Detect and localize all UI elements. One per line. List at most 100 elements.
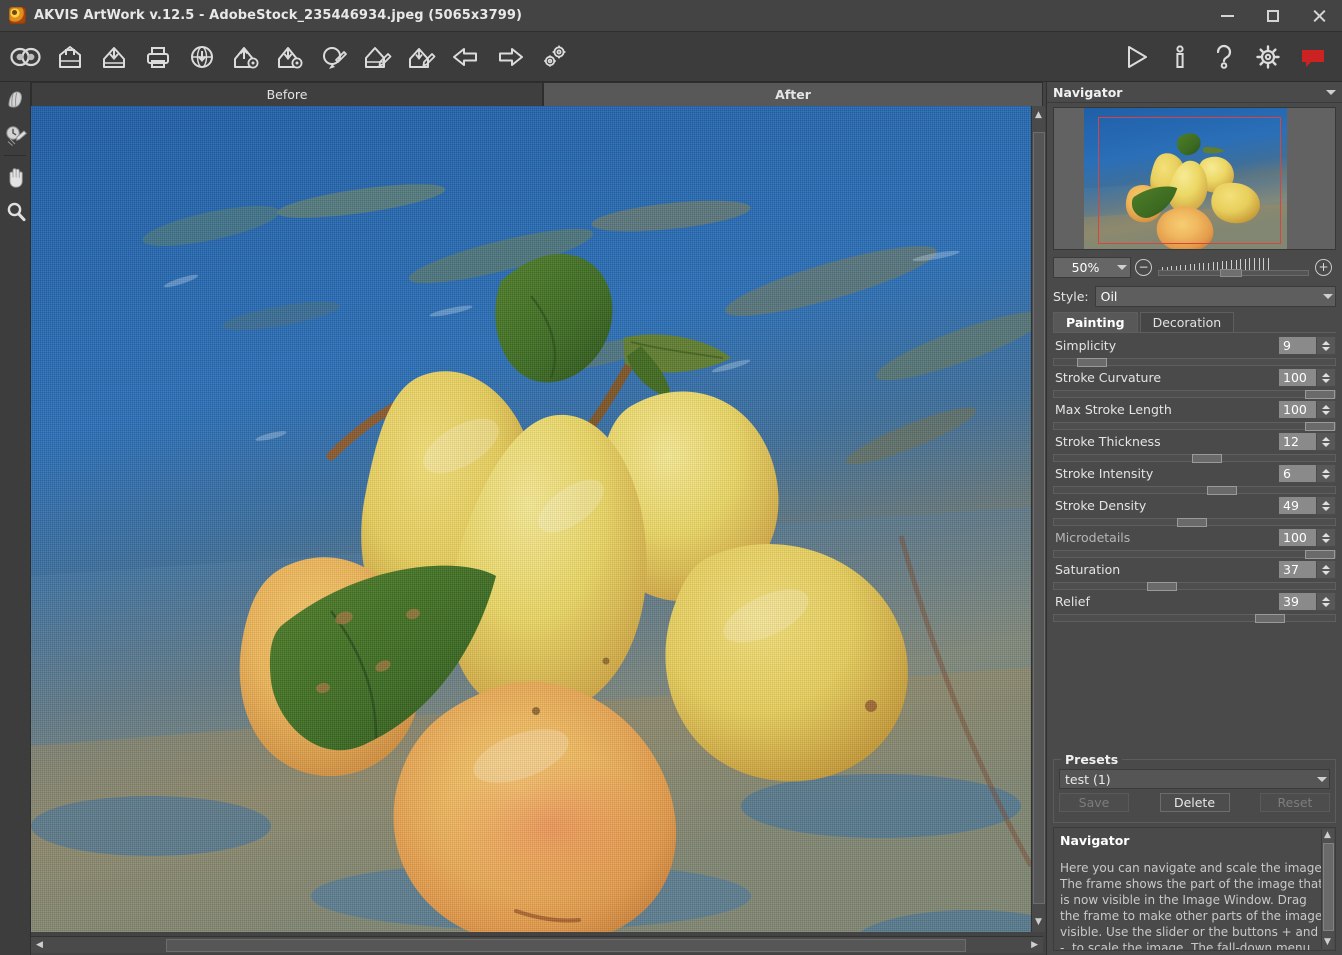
parameter-slider-handle[interactable]	[1077, 358, 1107, 367]
parameter-value[interactable]: 6	[1278, 464, 1317, 483]
style-select[interactable]: Oil	[1095, 286, 1336, 307]
parameter-value[interactable]: 37	[1278, 560, 1317, 579]
stepper-up-icon[interactable]	[1322, 597, 1330, 601]
parameter-slider[interactable]	[1053, 358, 1336, 366]
chevron-down-icon[interactable]	[1326, 90, 1336, 95]
save-image-button[interactable]	[92, 35, 136, 79]
parameter-slider-handle[interactable]	[1192, 454, 1222, 463]
parameter-value[interactable]: 12	[1278, 432, 1317, 451]
canvas-vertical-scrollbar[interactable]: ▲ ▼	[1031, 106, 1045, 932]
parameter-slider[interactable]	[1053, 454, 1336, 462]
parameter-stepper[interactable]	[1317, 432, 1336, 451]
load-preset-button[interactable]	[356, 35, 400, 79]
tab-after[interactable]: After	[543, 82, 1043, 106]
parameter-slider-handle[interactable]	[1255, 614, 1285, 623]
parameter-slider[interactable]	[1053, 486, 1336, 494]
tab-decoration[interactable]: Decoration	[1140, 312, 1235, 332]
scroll-right-arrow[interactable]: ▶	[1031, 941, 1038, 950]
parameter-value[interactable]: 39	[1278, 592, 1317, 611]
maximize-button[interactable]	[1250, 0, 1296, 32]
sidebar-item-history-brush-tool[interactable]	[0, 117, 31, 152]
settings-button[interactable]	[1246, 35, 1290, 79]
parameter-slider[interactable]	[1053, 550, 1336, 558]
canvas-horizontal-scrollbar[interactable]: ◀ ▶	[31, 936, 1043, 953]
parameter-slider-handle[interactable]	[1177, 518, 1207, 527]
parameter-stepper[interactable]	[1317, 592, 1336, 611]
zoom-level-combo[interactable]: 50%	[1053, 257, 1131, 278]
zoom-slider-handle[interactable]	[1220, 269, 1242, 277]
stepper-down-icon[interactable]	[1322, 443, 1330, 447]
import-settings-button[interactable]	[224, 35, 268, 79]
stepper-down-icon[interactable]	[1322, 347, 1330, 351]
stepper-up-icon[interactable]	[1322, 341, 1330, 345]
open-image-button[interactable]	[48, 35, 92, 79]
run-button[interactable]	[1114, 35, 1158, 79]
hints-scroll-thumb[interactable]	[1323, 843, 1334, 931]
stepper-up-icon[interactable]	[1322, 565, 1330, 569]
parameter-slider-handle[interactable]	[1147, 582, 1177, 591]
parameter-stepper[interactable]	[1317, 496, 1336, 515]
parameter-stepper[interactable]	[1317, 528, 1336, 547]
parameter-spinner[interactable]: 39	[1278, 592, 1336, 611]
horizontal-scroll-thumb[interactable]	[166, 939, 966, 952]
redo-button[interactable]	[488, 35, 532, 79]
hints-scroll-up-arrow[interactable]: ▲	[1324, 831, 1331, 840]
stepper-down-icon[interactable]	[1322, 603, 1330, 607]
delete-preset-button[interactable]: Delete	[1160, 793, 1230, 812]
stepper-down-icon[interactable]	[1322, 379, 1330, 383]
parameter-stepper[interactable]	[1317, 368, 1336, 387]
stepper-up-icon[interactable]	[1322, 469, 1330, 473]
parameter-spinner[interactable]: 100	[1278, 528, 1336, 547]
parameter-spinner[interactable]: 9	[1278, 336, 1336, 355]
navigator-thumbnail[interactable]	[1053, 107, 1336, 250]
stepper-down-icon[interactable]	[1322, 539, 1330, 543]
parameter-stepper[interactable]	[1317, 400, 1336, 419]
parameter-value[interactable]: 100	[1278, 368, 1317, 387]
hints-scrollbar[interactable]: ▲ ▼	[1321, 829, 1334, 949]
parameter-slider[interactable]	[1053, 390, 1336, 398]
save-preset-button[interactable]: Save	[1059, 793, 1129, 812]
stepper-up-icon[interactable]	[1322, 373, 1330, 377]
preset-select[interactable]: test (1)	[1059, 769, 1330, 789]
minimize-button[interactable]	[1204, 0, 1250, 32]
image-canvas[interactable]	[31, 106, 1043, 932]
undo-button[interactable]	[444, 35, 488, 79]
navigator-view-frame[interactable]	[1098, 117, 1281, 244]
sidebar-item-smudge-brush-tool[interactable]	[0, 82, 31, 117]
parameter-spinner[interactable]: 100	[1278, 400, 1336, 419]
help-button[interactable]	[1202, 35, 1246, 79]
parameter-spinner[interactable]: 100	[1278, 368, 1336, 387]
export-settings-button[interactable]	[268, 35, 312, 79]
stepper-up-icon[interactable]	[1322, 405, 1330, 409]
publish-image-button[interactable]	[180, 35, 224, 79]
comment-button[interactable]	[1290, 35, 1334, 79]
print-image-button[interactable]	[136, 35, 180, 79]
parameter-value[interactable]: 49	[1278, 496, 1317, 515]
parameter-slider-handle[interactable]	[1207, 486, 1237, 495]
scroll-up-arrow[interactable]: ▲	[1035, 111, 1042, 120]
zoom-slider[interactable]	[1158, 258, 1309, 276]
parameter-stepper[interactable]	[1317, 336, 1336, 355]
parameter-value[interactable]: 9	[1278, 336, 1317, 355]
stepper-down-icon[interactable]	[1322, 475, 1330, 479]
parameter-value[interactable]: 100	[1278, 528, 1317, 547]
sidebar-item-zoom-tool[interactable]	[0, 194, 31, 229]
parameter-stepper[interactable]	[1317, 464, 1336, 483]
scroll-down-arrow[interactable]: ▼	[1035, 918, 1042, 927]
parameter-stepper[interactable]	[1317, 560, 1336, 579]
zoom-out-button[interactable]: −	[1135, 259, 1152, 276]
stepper-down-icon[interactable]	[1322, 571, 1330, 575]
tab-before[interactable]: Before	[31, 82, 543, 106]
stepper-down-icon[interactable]	[1322, 411, 1330, 415]
hints-scroll-down-arrow[interactable]: ▼	[1324, 938, 1331, 947]
parameter-slider[interactable]	[1053, 582, 1336, 590]
about-button[interactable]	[1158, 35, 1202, 79]
parameter-spinner[interactable]: 37	[1278, 560, 1336, 579]
parameter-spinner[interactable]: 12	[1278, 432, 1336, 451]
parameter-spinner[interactable]: 6	[1278, 464, 1336, 483]
batch-processing-button[interactable]	[312, 35, 356, 79]
preferences-button[interactable]	[532, 35, 576, 79]
parameter-value[interactable]: 100	[1278, 400, 1317, 419]
sidebar-item-hand-tool[interactable]	[0, 159, 31, 194]
reset-preset-button[interactable]: Reset	[1260, 793, 1330, 812]
